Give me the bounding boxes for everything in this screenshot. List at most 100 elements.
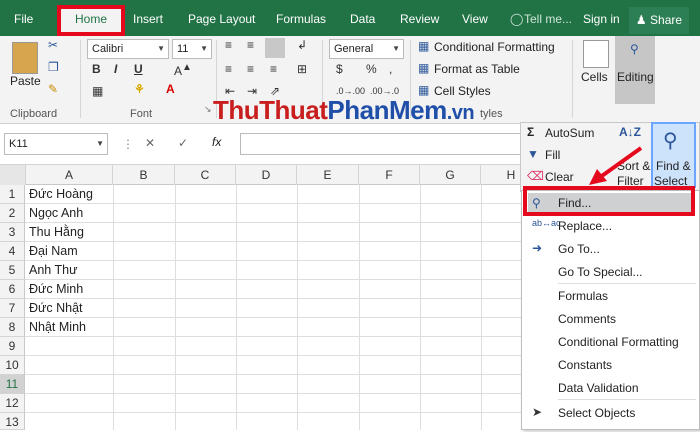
row-header[interactable]: 12 — [0, 394, 25, 413]
menu-item-formulas[interactable]: Formulas — [558, 289, 608, 303]
underline-icon[interactable]: U — [134, 62, 143, 76]
column-header[interactable]: F — [359, 165, 420, 185]
column-header[interactable]: E — [297, 165, 359, 185]
fill-color-icon[interactable]: ⚘ — [134, 82, 145, 96]
name-box[interactable]: K11 ▼ — [4, 133, 108, 155]
menu-item-data-validation[interactable]: Data Validation — [558, 381, 639, 395]
tab-data[interactable]: Data — [350, 12, 375, 26]
comma-icon[interactable]: , — [389, 62, 392, 76]
wrap-text-icon[interactable]: ↲ — [297, 38, 307, 52]
font-grow-icon[interactable]: A▲ — [174, 62, 192, 78]
cell-a5[interactable]: Anh Thư — [26, 261, 77, 280]
row-header[interactable]: 3 — [0, 223, 25, 242]
paste-icon[interactable] — [12, 42, 38, 74]
fill-icon: ▼ — [527, 147, 539, 161]
copy-icon[interactable]: ❐ — [48, 60, 59, 74]
tell-me-box[interactable]: Tell me... — [524, 12, 572, 26]
enter-icon[interactable]: ✓ — [178, 136, 188, 150]
currency-icon[interactable]: $ — [336, 62, 343, 76]
align-center-icon[interactable]: ≡ — [247, 62, 254, 76]
menu-item-constants[interactable]: Constants — [558, 358, 612, 372]
font-dialog-launcher-icon[interactable]: ↘ — [204, 104, 212, 115]
cut-icon[interactable]: ✂ — [48, 38, 58, 52]
name-box-value: K11 — [9, 138, 28, 150]
cell-a6[interactable]: Đức Minh — [26, 280, 83, 299]
row-header[interactable]: 1 — [0, 185, 25, 204]
find-select-button[interactable]: ⚲ Find & Select — [651, 122, 696, 188]
menu-item-conditional-formatting[interactable]: Conditional Formatting — [558, 335, 679, 349]
cell-a7[interactable]: Đức Nhật — [26, 299, 83, 318]
cell-a2[interactable]: Ngọc Anh — [26, 204, 83, 223]
menu-item-goto-special[interactable]: Go To Special... — [558, 265, 643, 279]
cells-button[interactable]: Cells — [581, 70, 608, 84]
align-top-icon[interactable]: ≡ — [225, 38, 232, 52]
autosum-button[interactable]: AutoSum — [545, 126, 594, 140]
align-bottom-selected[interactable] — [265, 38, 285, 58]
row-header[interactable]: 4 — [0, 242, 25, 261]
tab-review[interactable]: Review — [400, 12, 439, 26]
borders-icon[interactable]: ▦ — [92, 84, 103, 98]
row-header[interactable]: 5 — [0, 261, 25, 280]
cell-a4[interactable]: Đại Nam — [26, 242, 78, 261]
autosum-icon: Σ — [527, 125, 535, 139]
column-header[interactable]: B — [113, 165, 175, 185]
select-all-corner[interactable] — [0, 165, 26, 185]
cell-a1[interactable]: Đức Hoàng — [26, 185, 93, 204]
align-middle-icon[interactable]: ≡ — [247, 38, 254, 52]
row-header-active[interactable]: 11 — [0, 375, 25, 394]
menu-item-comments[interactable]: Comments — [558, 312, 616, 326]
row-header[interactable]: 2 — [0, 204, 25, 223]
formula-input[interactable] — [240, 133, 530, 155]
share-label: Share — [650, 13, 683, 27]
italic-icon[interactable]: I — [114, 62, 117, 76]
column-header[interactable]: D — [236, 165, 297, 185]
menu-item-goto[interactable]: Go To... — [558, 242, 600, 256]
font-color-icon[interactable]: A — [166, 82, 175, 96]
watermark-part1: ThuThuat — [213, 95, 328, 125]
row-header[interactable]: 6 — [0, 280, 25, 299]
fill-button[interactable]: Fill — [545, 148, 560, 162]
menu-item-select-objects[interactable]: Select Objects — [558, 406, 635, 420]
tab-formulas[interactable]: Formulas — [276, 12, 326, 26]
clear-button[interactable]: Clear — [545, 170, 574, 184]
row-header[interactable]: 9 — [0, 337, 25, 356]
share-button[interactable]: ♟ Share — [629, 7, 689, 34]
conditional-formatting-button[interactable]: Conditional Formatting — [434, 40, 555, 54]
cancel-icon[interactable]: ✕ — [145, 136, 155, 150]
tab-view[interactable]: View — [462, 12, 488, 26]
font-size-value: 11 — [177, 43, 189, 55]
magnifier-icon: ⚲ — [663, 130, 678, 152]
row-header[interactable]: 13 — [0, 413, 25, 430]
sign-in-link[interactable]: Sign in — [583, 12, 620, 26]
fx-icon[interactable]: fx — [212, 135, 221, 149]
tab-page-layout[interactable]: Page Layout — [188, 12, 255, 26]
replace-icon: ab↔ac — [532, 218, 561, 228]
tab-insert[interactable]: Insert — [133, 12, 163, 26]
font-name-select[interactable]: Calibri ▼ — [87, 39, 169, 59]
row-header[interactable]: 8 — [0, 318, 25, 337]
paste-button[interactable]: Paste — [10, 74, 41, 88]
column-header[interactable]: G — [420, 165, 481, 185]
font-name-value: Calibri — [92, 43, 124, 55]
magnifier-icon: ⚲ — [630, 42, 639, 56]
cells-icon[interactable] — [583, 40, 609, 68]
format-as-table-button[interactable]: Format as Table — [434, 62, 520, 76]
column-header[interactable]: C — [175, 165, 236, 185]
font-size-select[interactable]: 11 ▼ — [172, 39, 212, 59]
menu-item-replace[interactable]: Replace... — [558, 219, 612, 233]
pointer-icon: ➤ — [532, 405, 543, 419]
cell-a8[interactable]: Nhật Minh — [26, 318, 86, 337]
format-painter-icon[interactable]: ✎ — [48, 82, 58, 96]
number-format-select[interactable]: General ▼ — [329, 39, 404, 59]
align-right-icon[interactable]: ≡ — [270, 62, 277, 76]
percent-icon[interactable]: % — [366, 62, 377, 76]
merge-icon[interactable]: ⊞ — [297, 62, 307, 76]
editing-button[interactable]: Editing — [617, 70, 654, 84]
column-header[interactable]: A — [26, 165, 113, 185]
row-header[interactable]: 7 — [0, 299, 25, 318]
align-left-icon[interactable]: ≡ — [225, 62, 232, 76]
tab-file[interactable]: File — [14, 12, 33, 26]
bold-icon[interactable]: B — [92, 62, 101, 76]
row-header[interactable]: 10 — [0, 356, 25, 375]
cell-a3[interactable]: Thu Hằng — [26, 223, 84, 242]
